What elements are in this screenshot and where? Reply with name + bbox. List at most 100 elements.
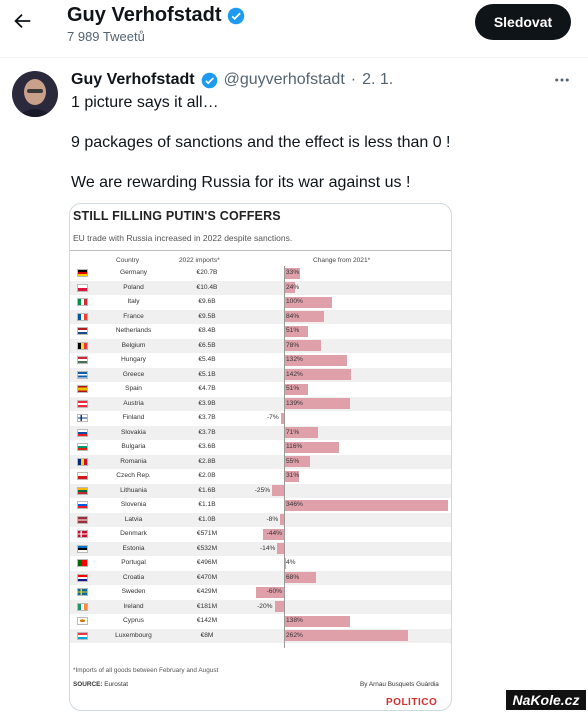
flag-icon bbox=[77, 370, 88, 379]
change-label: 346% bbox=[286, 501, 303, 508]
country-name: Netherlands bbox=[115, 327, 152, 334]
table-row: Romania €2.8B 55% bbox=[70, 454, 451, 469]
flag-icon bbox=[77, 356, 88, 364]
country-name: Austria bbox=[123, 399, 144, 407]
flag-icon bbox=[77, 327, 88, 335]
country-name: Denmark bbox=[120, 530, 147, 537]
change-label: 68% bbox=[286, 573, 300, 581]
table-row: Czech Rep. €2.0B 31% bbox=[70, 469, 451, 484]
avatar[interactable] bbox=[12, 71, 58, 117]
byline: By Arnau Busquets Guàrdia bbox=[360, 681, 439, 688]
flag-icon bbox=[77, 617, 88, 625]
column-header-country: Country bbox=[116, 257, 140, 264]
table-row: Ireland €181M -20% bbox=[70, 599, 451, 614]
country-name: Bulgaria bbox=[121, 443, 146, 450]
country-name: Germany bbox=[119, 269, 148, 276]
back-button[interactable] bbox=[8, 5, 36, 37]
source-label: SOURCE: bbox=[73, 681, 103, 688]
flag-icon bbox=[77, 457, 88, 466]
country-name: Cyprus bbox=[123, 617, 144, 624]
imports-value: €20.7B bbox=[196, 269, 218, 276]
tweet-image[interactable]: STILL FILLING PUTIN'S COFFERS EU trade w… bbox=[69, 203, 452, 711]
change-label: -8% bbox=[266, 515, 279, 523]
divider bbox=[70, 250, 451, 251]
change-bar bbox=[274, 601, 284, 612]
author-name[interactable]: Guy Verhofstadt bbox=[71, 71, 195, 89]
flag-icon bbox=[77, 602, 88, 611]
imports-value: €142M bbox=[196, 617, 218, 624]
country-name: Lithuania bbox=[120, 486, 147, 494]
country-name: Slovakia bbox=[121, 428, 146, 436]
verified-badge-icon bbox=[201, 72, 217, 88]
table-row: Hungary €5.4B 132% bbox=[70, 353, 451, 368]
imports-value: €3.9B bbox=[198, 399, 216, 407]
flag-icon bbox=[77, 486, 88, 495]
change-label: 51% bbox=[286, 327, 300, 334]
change-bar bbox=[272, 485, 284, 496]
follow-button[interactable]: Sledovat bbox=[475, 4, 571, 40]
country-name: Spain bbox=[125, 385, 142, 392]
arrow-left-icon bbox=[14, 13, 31, 29]
table-row: Cyprus €142M 138% bbox=[70, 614, 451, 629]
table-row: Italy €9.6B 100% bbox=[70, 295, 451, 310]
author-handle[interactable]: @guyverhofstadt bbox=[224, 71, 345, 89]
more-options-button[interactable] bbox=[550, 68, 574, 92]
change-label: 33% bbox=[286, 269, 300, 276]
flag-icon bbox=[77, 544, 88, 553]
change-label: 31% bbox=[286, 472, 300, 479]
country-name: Sweden bbox=[121, 588, 146, 595]
imports-value: €2.0B bbox=[198, 472, 216, 479]
table-row: Sweden €429M -60% bbox=[70, 585, 451, 600]
flag-icon bbox=[77, 269, 88, 277]
imports-value: €3.7B bbox=[198, 428, 216, 436]
change-label: -14% bbox=[259, 544, 276, 552]
table-row: Finland €3.7B -7% bbox=[70, 411, 451, 426]
flag-icon bbox=[77, 385, 88, 393]
tweet-date[interactable]: 2. 1. bbox=[362, 71, 393, 89]
country-name: Hungary bbox=[121, 356, 146, 363]
change-label: -44% bbox=[266, 530, 282, 537]
imports-value: €181M bbox=[196, 602, 218, 610]
flag-icon bbox=[77, 312, 88, 321]
change-label: 55% bbox=[286, 457, 300, 465]
table-row: Portugal €496M 4% bbox=[70, 556, 451, 571]
imports-value: €2.8B bbox=[198, 457, 216, 465]
change-label: 84% bbox=[286, 312, 300, 320]
imports-value: €470M bbox=[196, 573, 218, 581]
tweet-text-line: 1 picture says it all… bbox=[71, 94, 219, 111]
change-label: 116% bbox=[286, 443, 303, 450]
table-row: Austria €3.9B 139% bbox=[70, 396, 451, 411]
change-label: -20% bbox=[257, 602, 273, 610]
change-label: 138% bbox=[286, 617, 303, 624]
country-name: France bbox=[123, 312, 144, 320]
table-row: Netherlands €8.4B 51% bbox=[70, 324, 451, 339]
tweet-text-line: We are rewarding Russia for its war agai… bbox=[71, 174, 411, 191]
imports-value: €429M bbox=[196, 588, 218, 595]
imports-value: €1.1B bbox=[198, 501, 216, 508]
flag-icon bbox=[77, 588, 88, 596]
verified-badge-icon bbox=[228, 7, 245, 24]
table-row: Bulgaria €3.6B 116% bbox=[70, 440, 451, 455]
column-header-change: Change from 2021* bbox=[313, 257, 371, 264]
imports-value: €3.7B bbox=[198, 414, 216, 421]
flag-icon bbox=[77, 298, 88, 306]
country-name: Poland bbox=[123, 283, 144, 291]
table-row: Slovenia €1.1B 346% bbox=[70, 498, 451, 513]
country-name: Portugal bbox=[121, 559, 146, 566]
change-bar bbox=[284, 499, 449, 511]
flag-icon bbox=[77, 501, 88, 509]
imports-value: €8M bbox=[200, 631, 214, 639]
table-row: Lithuania €1.6B -25% bbox=[70, 483, 451, 498]
change-label: 4% bbox=[286, 559, 296, 566]
politico-logo: POLITICO bbox=[386, 697, 438, 708]
change-label: 51% bbox=[286, 385, 300, 392]
country-name: Belgium bbox=[121, 341, 146, 349]
watermark-logo: NaKole.cz bbox=[506, 690, 586, 710]
country-name: Italy bbox=[127, 298, 140, 305]
imports-value: €496M bbox=[196, 559, 218, 566]
country-name: Slovenia bbox=[120, 501, 147, 508]
country-name: Finland bbox=[122, 414, 145, 421]
table-row: Latvia €1.0B -8% bbox=[70, 512, 451, 527]
more-dots-icon bbox=[555, 78, 569, 82]
imports-value: €9.5B bbox=[198, 312, 216, 320]
